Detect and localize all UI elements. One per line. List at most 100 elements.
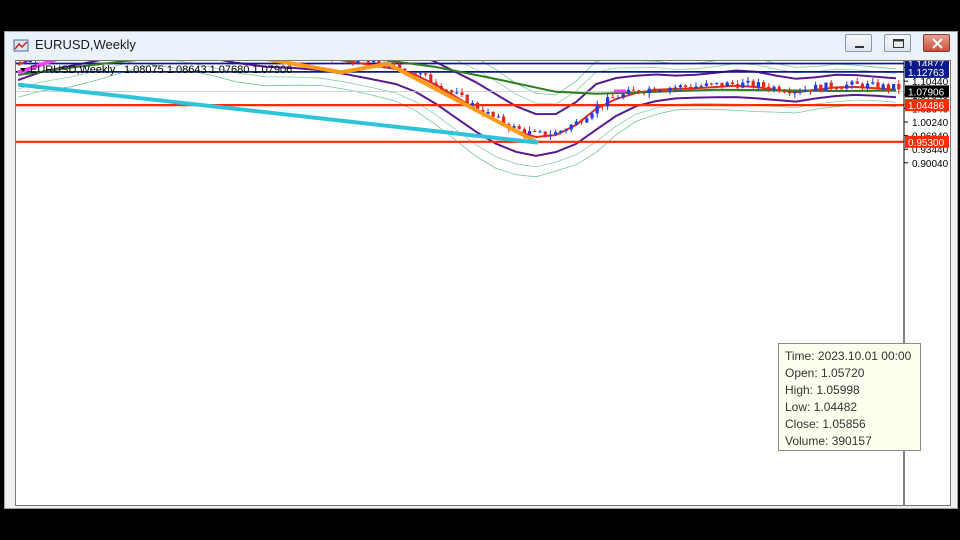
- candle-body: [694, 86, 698, 89]
- candle-body: [751, 80, 755, 87]
- chart-symbol: EURUSD,Weekly: [30, 64, 116, 76]
- candle-body: [569, 124, 573, 130]
- candle-body: [886, 84, 890, 90]
- candle-body: [736, 84, 740, 88]
- candle-body: [18, 62, 22, 64]
- title-bar[interactable]: EURUSD,Weekly: [5, 32, 957, 58]
- candle-body: [834, 88, 838, 90]
- candle-body: [684, 85, 688, 87]
- candle-body: [715, 82, 719, 84]
- candle-body: [564, 129, 568, 131]
- candle-body: [673, 87, 677, 89]
- close-button[interactable]: [923, 34, 950, 52]
- candle-body: [860, 83, 864, 89]
- candle-body: [351, 59, 355, 64]
- candle-body: [793, 92, 797, 94]
- tooltip-open: Open: 1.05720: [785, 366, 865, 380]
- candle-body: [528, 131, 532, 135]
- maximize-icon: [893, 39, 904, 48]
- tooltip-volume: Volume: 390157: [785, 434, 872, 448]
- candle-body: [710, 83, 714, 85]
- candle-body: [554, 132, 558, 135]
- candle-body: [590, 113, 594, 119]
- close-icon: [932, 38, 943, 49]
- candle-body: [876, 82, 880, 89]
- candle-body: [616, 97, 620, 99]
- candle-body: [574, 121, 578, 125]
- candle-body: [595, 105, 599, 114]
- candle-body: [444, 89, 448, 91]
- axis-tick-label: 0.90040: [912, 159, 949, 170]
- candle-body: [455, 92, 459, 94]
- candle-body: [892, 84, 896, 90]
- candle-body: [372, 59, 376, 63]
- minimize-button[interactable]: [845, 34, 872, 52]
- tooltip-time: Time: 2023.10.01 00:00: [785, 349, 912, 363]
- candle-body: [626, 89, 630, 94]
- minimize-icon: [855, 46, 864, 48]
- candle-body: [741, 82, 745, 88]
- candle-body: [814, 84, 818, 92]
- tooltip-close: Close: 1.05856: [785, 417, 866, 431]
- candle-body: [658, 90, 662, 92]
- candle-body: [840, 88, 844, 90]
- mid-band-lower: [17, 56, 897, 168]
- candle-body: [413, 73, 417, 75]
- candle-body: [559, 130, 563, 133]
- candle-body: [829, 82, 833, 89]
- candle-body: [782, 91, 786, 93]
- candle-body: [580, 121, 584, 123]
- candle-body: [756, 82, 760, 87]
- candle-body: [767, 86, 771, 90]
- tooltip-low: Low: 1.04482: [785, 400, 858, 414]
- candle-body: [897, 84, 901, 90]
- candle-body: [621, 93, 625, 98]
- candle-body: [517, 126, 521, 130]
- price-label: 0.95300: [908, 138, 945, 149]
- candle-tooltip: Time: 2023.10.01 00:00 Open: 1.05720 Hig…: [778, 343, 921, 451]
- candle-body: [730, 82, 734, 84]
- candle-body: [850, 81, 854, 85]
- trend-line-cyan: [17, 82, 539, 145]
- candle-body: [366, 60, 370, 63]
- candle-body: [704, 83, 708, 86]
- candle-body: [777, 86, 781, 92]
- candle-body: [424, 73, 428, 75]
- tooltip-high: High: 1.05998: [785, 383, 860, 397]
- candle-body: [746, 80, 750, 83]
- candle-body: [470, 103, 474, 105]
- candle-body: [356, 57, 360, 64]
- maximize-button[interactable]: [884, 34, 911, 52]
- price-label: 1.07906: [908, 87, 945, 98]
- candle-body: [772, 86, 776, 90]
- candle-body: [600, 105, 604, 107]
- candle-body: [678, 85, 682, 88]
- candle-body: [548, 134, 552, 137]
- candle-body: [689, 86, 693, 89]
- candle-body: [434, 82, 438, 86]
- candle-body: [543, 131, 547, 137]
- candle-body: [538, 131, 542, 133]
- candle-body: [611, 97, 615, 99]
- candle-body: [637, 90, 641, 93]
- candle-body: [845, 84, 849, 89]
- candle-body: [652, 88, 656, 92]
- candle-body: [647, 88, 651, 94]
- price-label: 1.12763: [908, 68, 945, 79]
- candle-body: [418, 73, 422, 75]
- chart-ohlc: 1.08075 1.08643 1.07680 1.07906: [124, 64, 292, 76]
- candle-body: [606, 97, 610, 107]
- outer-band-lower: [17, 64, 897, 178]
- candle-body: [533, 131, 537, 132]
- chart-icon: [13, 39, 29, 52]
- candle-body: [460, 92, 464, 95]
- candle-body: [429, 74, 433, 83]
- candle-body: [28, 61, 32, 62]
- candle-body: [632, 89, 636, 91]
- candle-body: [871, 82, 875, 84]
- candle-body: [798, 91, 802, 93]
- candle-body: [881, 84, 885, 89]
- candle-body: [788, 92, 792, 94]
- price-label: 1.04486: [908, 101, 945, 112]
- candle-body: [23, 61, 27, 63]
